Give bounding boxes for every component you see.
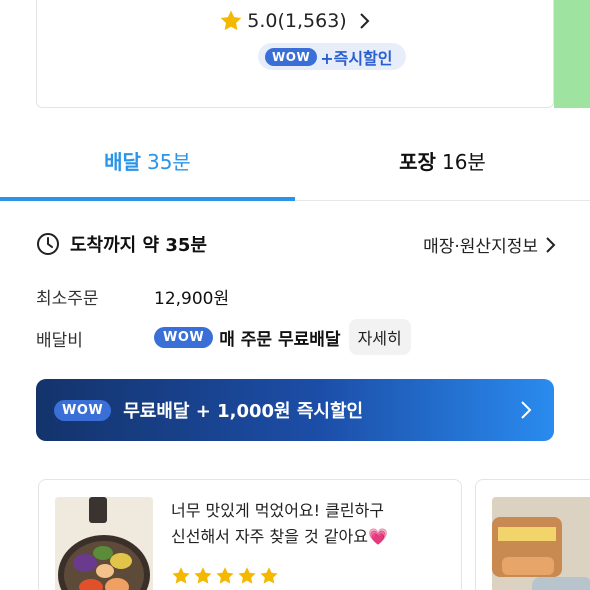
store-summary-card: 5.0(1,563) WOW +즉시할인 bbox=[36, 0, 554, 108]
chevron-right-icon bbox=[360, 13, 370, 29]
review-card[interactable]: 너무 맛있게 먹었어요! 클린하구 신선해서 자주 찾을 것 같아요💗 bbox=[38, 479, 462, 590]
min-order-label: 최소주문 bbox=[36, 289, 99, 309]
star-icon bbox=[260, 567, 278, 584]
delivery-fee-label: 배달비 bbox=[36, 331, 83, 351]
instant-discount-text: +즉시할인 bbox=[320, 48, 393, 68]
min-order-value: 12,900원 bbox=[154, 289, 230, 309]
wow-free-delivery-banner[interactable]: WOW 무료배달 + 1,000원 즉시할인 bbox=[36, 379, 554, 441]
star-icon bbox=[238, 567, 256, 584]
wow-instant-discount-badge: WOW +즉시할인 bbox=[258, 43, 406, 70]
banner-text: 무료배달 + 1,000원 즉시할인 bbox=[123, 401, 364, 422]
tab-delivery[interactable]: 배달 35분 bbox=[0, 146, 295, 202]
review-card[interactable] bbox=[475, 479, 590, 590]
wow-badge: WOW bbox=[265, 47, 318, 66]
delivery-time-row: 도착까지 약 35분 매장·원산지정보 bbox=[36, 230, 556, 258]
review-star-rating bbox=[171, 566, 279, 586]
review-line-2: 신선해서 자주 찾을 것 같아요💗 bbox=[171, 527, 388, 546]
review-text: 너무 맛있게 먹었어요! 클린하구 신선해서 자주 찾을 것 같아요💗 bbox=[171, 498, 388, 550]
star-icon bbox=[220, 10, 242, 31]
star-icon bbox=[172, 567, 190, 584]
tab-delivery-label: 배달 bbox=[104, 150, 141, 174]
store-origin-info-link[interactable]: 매장·원산지정보 bbox=[423, 232, 556, 257]
arrival-time-text: 도착까지 약 35분 bbox=[70, 235, 207, 256]
review-photo bbox=[492, 497, 590, 590]
background-edge bbox=[554, 0, 590, 108]
store-origin-info-label: 매장·원산지정보 bbox=[423, 237, 538, 257]
order-type-tabs: 배달 35분 포장 16분 bbox=[0, 146, 590, 202]
star-icon bbox=[194, 567, 212, 584]
review-line-1: 너무 맛있게 먹었어요! 클린하구 bbox=[171, 501, 385, 520]
tab-pickup[interactable]: 포장 16분 bbox=[295, 146, 590, 202]
review-photo bbox=[55, 497, 153, 590]
tab-pickup-label: 포장 bbox=[399, 150, 436, 174]
tab-pickup-time: 16분 bbox=[441, 150, 486, 174]
chevron-right-icon bbox=[546, 236, 556, 253]
delivery-fee-row: WOW 매 주문 무료배달 자세히 bbox=[154, 319, 411, 355]
rating-text: 5.0(1,563) bbox=[247, 10, 347, 32]
free-delivery-text: 매 주문 무료배달 bbox=[219, 329, 341, 350]
tab-delivery-time: 35분 bbox=[146, 150, 191, 174]
wow-badge: WOW bbox=[154, 326, 214, 348]
star-icon bbox=[216, 567, 234, 584]
details-button[interactable]: 자세히 bbox=[348, 319, 411, 355]
clock-icon bbox=[37, 233, 59, 255]
sandwich-image bbox=[492, 497, 590, 590]
rating-row[interactable]: 5.0(1,563) bbox=[37, 9, 553, 33]
wow-badge: WOW bbox=[54, 399, 112, 421]
active-tab-indicator bbox=[0, 197, 295, 201]
chevron-right-icon bbox=[521, 401, 532, 419]
food-bowl-image bbox=[55, 497, 153, 590]
